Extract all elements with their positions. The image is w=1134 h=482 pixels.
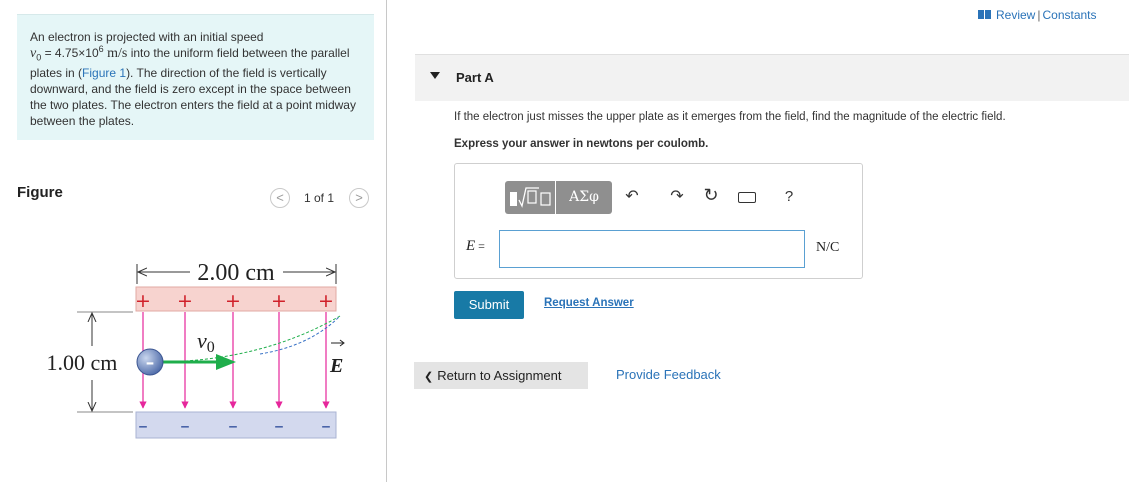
question-text: If the electron just misses the upper pl… <box>454 111 1006 123</box>
plus-sign: + <box>225 290 241 312</box>
v0-unit: m/s <box>103 46 128 61</box>
review-link[interactable]: Review <box>996 8 1035 22</box>
help-icon[interactable]: ? <box>779 189 799 205</box>
plus-sign: + <box>177 290 193 312</box>
minus-sign: – <box>138 415 148 437</box>
provide-feedback-link[interactable]: Provide Feedback <box>616 367 721 382</box>
constants-link[interactable]: Constants <box>1042 8 1096 22</box>
problem-statement: An electron is projected with an initial… <box>17 14 374 140</box>
minus-sign: – <box>321 415 331 437</box>
submit-button[interactable]: Submit <box>454 291 524 319</box>
answer-input[interactable] <box>499 230 805 268</box>
plus-sign: + <box>318 290 334 312</box>
undo-icon[interactable]: ↶ <box>622 189 642 205</box>
equation-variable: E <box>466 238 476 254</box>
keyboard-icon[interactable] <box>738 192 756 203</box>
link-separator: | <box>1037 8 1041 22</box>
v0-value: = 4.75×10 <box>41 46 99 60</box>
caret-down-icon[interactable] <box>430 72 440 79</box>
book-icon <box>978 10 991 19</box>
parallel-plates-figure: 2.00 cm + + + + + – – – – – v0 E – 1.00 … <box>47 260 345 439</box>
request-answer-link[interactable]: Request Answer <box>544 297 634 309</box>
review-constants-links: Review | Constants <box>978 8 1097 22</box>
problem-text-1: An electron is projected with an initial… <box>30 30 264 44</box>
previous-figure-button[interactable]: < <box>270 188 290 208</box>
figure-link[interactable]: Figure 1 <box>82 66 126 80</box>
templates-button[interactable] <box>505 181 555 214</box>
chevron-left-icon: ❮ <box>424 371 434 383</box>
figure-counter: 1 of 1 <box>304 191 335 205</box>
plus-sign: + <box>135 290 151 312</box>
part-a-title[interactable]: Part A <box>456 70 494 85</box>
height-label: 1.00 cm <box>47 350 118 375</box>
minus-sign: – <box>180 415 190 437</box>
return-to-assignment-button[interactable]: ❮ Return to Assignment <box>414 362 588 389</box>
velocity-label: v0 <box>197 328 215 356</box>
width-label: 2.00 cm <box>197 260 275 286</box>
minus-sign: – <box>228 415 238 437</box>
trajectory-curve <box>259 315 341 355</box>
part-a-header[interactable] <box>415 54 1129 101</box>
trajectory-path <box>154 315 341 363</box>
unit-label: N/C <box>816 240 840 255</box>
greek-symbols-button[interactable]: ΑΣφ <box>556 181 612 214</box>
reset-icon[interactable]: ↻ <box>701 186 721 204</box>
equation-label: E = <box>466 238 485 255</box>
instruction-text: Express your answer in newtons per coulo… <box>454 138 709 150</box>
minus-sign: – <box>274 415 284 437</box>
redo-icon[interactable]: ↷ <box>667 189 687 205</box>
plus-sign: + <box>271 290 287 312</box>
equals-sign: = <box>475 239 485 253</box>
next-figure-button[interactable]: > <box>349 188 369 208</box>
templates-icon <box>510 187 551 208</box>
panel-divider <box>386 0 387 482</box>
electron-sign: – <box>146 353 155 373</box>
figure-heading: Figure <box>17 184 63 201</box>
field-label: E <box>329 355 343 377</box>
return-label: Return to Assignment <box>437 368 562 383</box>
